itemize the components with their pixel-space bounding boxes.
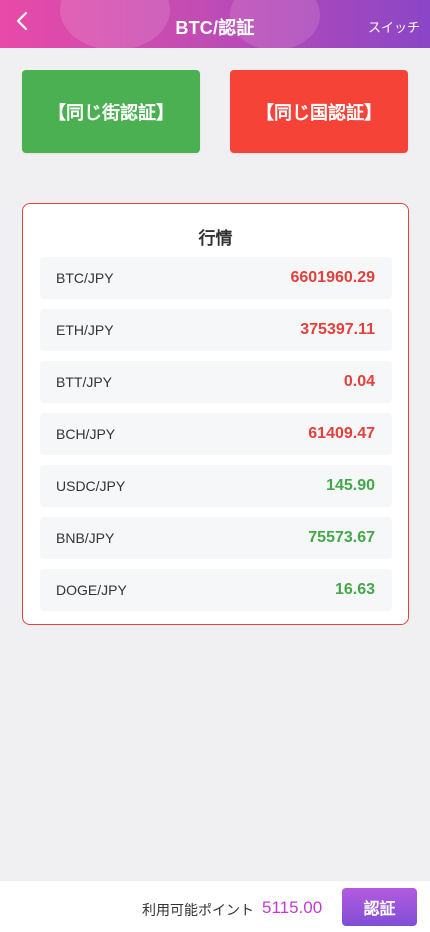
market-pair: BNB/JPY xyxy=(56,529,115,546)
market-row[interactable]: BTT/JPY 0.04 xyxy=(40,361,392,402)
market-row[interactable]: BCH/JPY 61409.47 xyxy=(40,413,392,454)
market-price: 0.04 xyxy=(343,372,375,390)
market-list: BTC/JPY 6601960.29 ETH/JPY 375397.11 BTT/JPY… xyxy=(40,257,392,621)
market-row[interactable]: DOGE/JPY 16.63 xyxy=(40,569,392,610)
market-pair: BTC/JPY xyxy=(56,269,114,286)
footer-bar: 利用可能ポイント 5115.00 認証 xyxy=(0,880,430,932)
market-row[interactable]: ETH/JPY 375397.11 xyxy=(40,309,392,350)
market-price: 61409.47 xyxy=(308,424,375,442)
market-price: 16.63 xyxy=(334,580,375,598)
market-title: 行情 xyxy=(198,229,233,248)
verify-button[interactable]: 認証 xyxy=(342,888,417,926)
market-pair: BCH/JPY xyxy=(56,425,116,442)
market-price: 375397.11 xyxy=(300,320,375,338)
same-street-auth-button[interactable]: 【同じ街認証】 xyxy=(22,70,200,153)
market-row[interactable]: BTC/JPY 6601960.29 xyxy=(40,257,392,298)
market-price: 75573.67 xyxy=(308,528,375,546)
verification-page: BTC/認証 スイッチ 【同じ街認証】 【同じ国認証】 行情 BTC/JPY 66… xyxy=(0,0,430,932)
market-price: 145.90 xyxy=(326,476,375,494)
market-pair: USDC/JPY xyxy=(56,477,126,494)
market-price: 6601960.29 xyxy=(290,268,375,286)
market-pair: DOGE/JPY xyxy=(56,581,127,598)
points-value: 5115.00 xyxy=(262,898,323,917)
switch-link[interactable]: スイッチ xyxy=(368,17,420,36)
market-row[interactable]: USDC/JPY 145.90 xyxy=(40,465,392,506)
same-country-auth-button[interactable]: 【同じ国認証】 xyxy=(230,70,408,153)
market-pair: ETH/JPY xyxy=(56,321,114,338)
market-pair: BTT/JPY xyxy=(56,373,113,390)
header-bar: BTC/認証 スイッチ xyxy=(0,0,430,48)
page-title: BTC/認証 xyxy=(175,18,255,38)
market-row[interactable]: BNB/JPY 75573.67 xyxy=(40,517,392,558)
market-card: 行情 BTC/JPY 6601960.29 ETH/JPY 375397.11 BTT/… xyxy=(22,203,409,625)
points-label: 利用可能ポイント xyxy=(142,902,254,918)
